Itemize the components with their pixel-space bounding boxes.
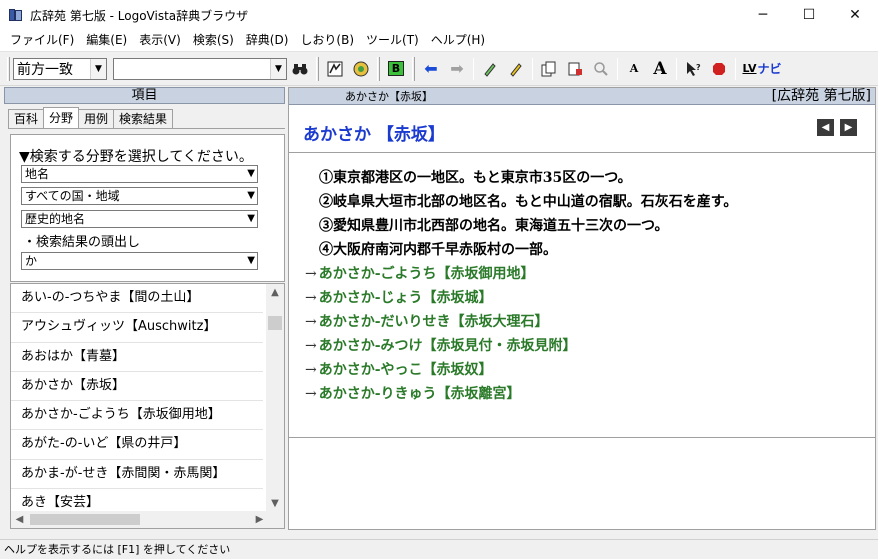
menu-view[interactable]: 表示(V) [133, 30, 187, 51]
scroll-thumb[interactable] [30, 514, 140, 525]
reference-link[interactable]: → あかさか‐りきゅう【赤坂離宮】 [305, 383, 521, 403]
zoom-icon[interactable] [590, 58, 612, 80]
tab-field[interactable]: 分野 [43, 107, 80, 128]
word-list: あい-の-つちやま【間の土山】 アウシュヴィッツ【Auschwitz】 あおはか… [10, 283, 285, 529]
app-book-icon [8, 7, 24, 23]
search-input[interactable]: ▼ [113, 57, 287, 80]
definition-1: ①東京都港区の一地区。もと東京市35区の一つ。 [319, 170, 632, 186]
reference-link[interactable]: → あかさか‐みつけ【赤坂見付・赤坂見附】 [305, 335, 577, 355]
chevron-down-icon: ▼ [270, 58, 286, 79]
result-head-label: ・検索結果の頭出し [23, 235, 141, 250]
title-bar: 広辞苑 第七版 - LogoVista辞典ブラウザ ─ ☐ ✕ [0, 0, 878, 30]
vertical-scrollbar[interactable]: ▲ ▼ [266, 284, 284, 512]
scroll-left-icon[interactable]: ◀ [11, 511, 28, 528]
list-item[interactable]: アウシュヴィッツ【Auschwitz】 [11, 313, 263, 343]
field-category-select[interactable]: 地名 ▼ [21, 165, 258, 183]
back-arrow-icon[interactable]: ⬅ [420, 58, 442, 80]
result-head-select[interactable]: か ▼ [21, 252, 258, 270]
lv-logo: LV [742, 62, 757, 75]
chevron-down-icon: ▼ [247, 255, 255, 266]
menu-file[interactable]: ファイル(F) [4, 30, 80, 51]
list-item[interactable]: あおはか【青墓】 [11, 343, 263, 372]
binoculars-icon[interactable] [289, 58, 311, 80]
scroll-up-icon[interactable]: ▲ [266, 284, 284, 301]
reference-link[interactable]: → あかさか‐だいりせき【赤坂大理石】 [305, 311, 549, 331]
tab-examples[interactable]: 用例 [78, 109, 115, 128]
flip-icon[interactable] [564, 58, 586, 80]
bold-icon[interactable]: B [385, 58, 407, 80]
minimize-button[interactable]: ─ [740, 0, 786, 30]
definition-4: ④大阪府南河内郡千早赤阪村の一部。 [319, 242, 557, 258]
chevron-down-icon: ▼ [247, 168, 255, 179]
region-select[interactable]: すべての国・地域 ▼ [21, 187, 258, 205]
definition-2: ②岐阜県大垣市北部の地区名。もと中山道の宿駅。石灰石を産す。 [319, 194, 738, 210]
scroll-down-icon[interactable]: ▼ [266, 495, 284, 512]
match-mode-select[interactable]: 前方一致 ▼ [13, 57, 107, 80]
list-item[interactable]: あい-の-つちやま【間の土山】 [11, 284, 263, 314]
window-title: 広辞苑 第七版 - LogoVista辞典ブラウザ [30, 8, 249, 23]
menu-tools[interactable]: ツール(T) [360, 30, 425, 51]
reference-link[interactable]: → あかさか‐やっこ【赤坂奴】 [305, 359, 493, 379]
forward-arrow-icon[interactable]: ➡ [446, 58, 468, 80]
list-item[interactable]: あかさか【赤坂】 [11, 372, 263, 402]
match-mode-value: 前方一致 [17, 61, 73, 78]
toolbar-grip [7, 56, 10, 81]
menu-search[interactable]: 検索(S) [187, 30, 240, 51]
filter-title: ▼検索する分野を選択してください。 [19, 149, 253, 165]
navi-label: ナビ [757, 62, 782, 76]
divider [289, 437, 875, 438]
chevron-down-icon: ▼ [247, 213, 255, 224]
prev-entry-button[interactable]: ◀ [817, 119, 834, 136]
next-entry-button[interactable]: ▶ [840, 119, 857, 136]
help-pointer-icon[interactable]: ? [682, 58, 704, 80]
scroll-thumb[interactable] [268, 316, 282, 330]
reference-link[interactable]: → あかさか‐じょう【赤坂城】 [305, 287, 493, 307]
list-item[interactable]: あかま-が-せき【赤間関・赤馬関】 [11, 460, 263, 490]
headword: あかさか 【赤坂】 [303, 125, 445, 145]
menu-bar: ファイル(F) 編集(E) 表示(V) 検索(S) 辞典(D) しおり(B) ツ… [0, 30, 878, 51]
font-larger-icon[interactable]: A [649, 58, 671, 80]
copy-icon[interactable] [538, 58, 560, 80]
definition-3: ③愛知県豊川市北西部の地名。東海道五十三次の一つ。 [319, 218, 669, 234]
field-filter-box: ▼検索する分野を選択してください。 地名 ▼ すべての国・地域 ▼ 歴史的地名 … [10, 134, 285, 282]
left-panel: 項目 百科 分野 用例 検索結果 ▼検索する分野を選択してください。 地名 ▼ … [4, 87, 285, 530]
current-keyword: あかさか【赤坂】 [345, 90, 433, 103]
tab-bar: 百科 分野 用例 検索結果 [8, 107, 285, 129]
list-item[interactable]: あがた-の-いど【県の井戸】 [11, 430, 263, 460]
content-panel: あかさか【赤坂】 [広辞苑 第七版] あかさか 【赤坂】 ◀ ▶ ①東京都港区の… [288, 87, 876, 530]
menu-dictionary[interactable]: 辞典(D) [240, 30, 295, 51]
svg-text:?: ? [696, 63, 701, 72]
tab-search-results[interactable]: 検索結果 [113, 109, 174, 128]
horizontal-scrollbar[interactable]: ◀ ▶ [11, 511, 268, 528]
subcategory-select[interactable]: 歴史的地名 ▼ [21, 210, 258, 228]
close-button[interactable]: ✕ [832, 0, 878, 30]
globe-icon[interactable] [350, 58, 372, 80]
status-bar: ヘルプを表示するには [F1] を押してください [0, 539, 878, 559]
chevron-down-icon: ▼ [90, 58, 106, 79]
stop-icon[interactable] [708, 58, 730, 80]
divider [289, 152, 875, 153]
maximize-button[interactable]: ☐ [786, 0, 832, 30]
menu-help[interactable]: ヘルプ(H) [425, 30, 491, 51]
highlight-pen-icon[interactable] [479, 58, 501, 80]
tab-encyclopedia[interactable]: 百科 [8, 109, 45, 128]
marker-pen-icon[interactable] [505, 58, 527, 80]
dictionary-name: [広辞苑 第七版] [771, 88, 871, 104]
list-item[interactable]: あかさか-ごようち【赤坂御用地】 [11, 401, 263, 431]
menu-edit[interactable]: 編集(E) [80, 30, 133, 51]
toolbar: 前方一致 ▼ ▼ B ⬅ ➡ A A ? LV ナビ [0, 51, 878, 86]
chevron-down-icon: ▼ [247, 190, 255, 201]
dictionary-select-icon[interactable] [324, 58, 346, 80]
content-header: あかさか【赤坂】 [広辞苑 第七版] [289, 88, 875, 105]
left-panel-header: 項目 [4, 87, 285, 104]
font-smaller-icon[interactable]: A [623, 58, 645, 80]
reference-link[interactable]: → あかさか‐ごようち【赤坂御用地】 [305, 263, 535, 283]
menu-bookmark[interactable]: しおり(B) [294, 30, 360, 51]
lv-navi-button[interactable]: LV ナビ [741, 58, 783, 80]
